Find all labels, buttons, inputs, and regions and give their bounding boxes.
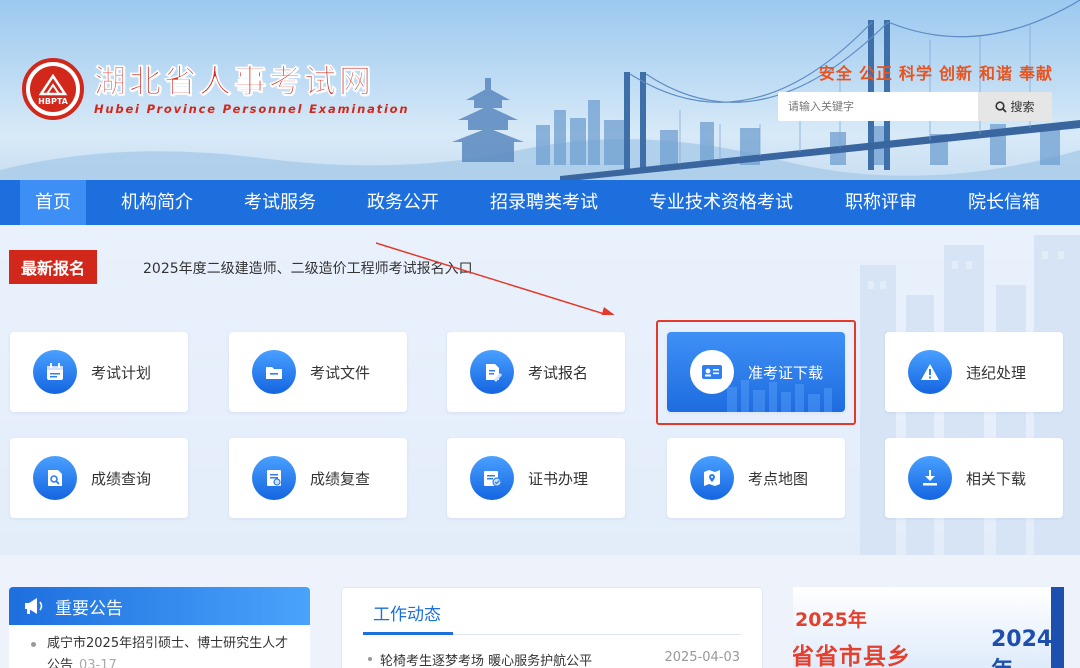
notice-item[interactable]: 咸宁市2025年招引硕士、博士研究生人才公告 03-17 <box>9 625 310 668</box>
site-header: HBPTA 湖北省人事考试网 Hubei Province Personnel … <box>0 0 1080 180</box>
search-document-icon <box>33 456 77 500</box>
service-card-related-downloads[interactable]: 相关下载 <box>885 438 1063 518</box>
service-card-label: 相关下载 <box>966 469 1027 488</box>
nav-item-professional-qualification[interactable]: 专业技术资格考试 <box>649 180 793 225</box>
work-news-panel: 工作动态 轮椅考生逐梦考场 暖心服务护航公平 2025-04-03 <box>341 587 763 668</box>
important-notices-panel: 重要公告 咸宁市2025年招引硕士、博士研究生人才公告 03-17 <box>9 587 310 668</box>
site-subtitle: Hubei Province Personnel Examination <box>94 102 410 116</box>
service-card-label: 证书办理 <box>528 469 589 488</box>
warning-icon <box>908 350 952 394</box>
main-nav: 首页 机构简介 考试服务 政务公开 招录聘类考试 专业技术资格考试 职称评审 院… <box>0 180 1080 225</box>
nav-item-home[interactable]: 首页 <box>20 180 86 225</box>
search-button-label: 搜索 <box>1010 100 1035 114</box>
slogan: 安全 公正 科学 创新 和谐 奉献 <box>813 60 1053 84</box>
notice-item-date: 03-17 <box>79 658 117 668</box>
nav-item-director-mailbox[interactable]: 院长信箱 <box>968 180 1040 225</box>
slogan-word: 奉献 <box>1018 64 1053 83</box>
service-card-label: 成绩复查 <box>310 469 371 488</box>
work-news-title[interactable]: 工作动态 <box>373 600 441 625</box>
edit-document-icon <box>470 350 514 394</box>
nav-item-public-affairs[interactable]: 政务公开 <box>367 180 439 225</box>
service-card-label: 违纪处理 <box>966 363 1027 382</box>
id-card-icon <box>690 350 734 394</box>
service-card-label: 考点地图 <box>748 469 809 488</box>
logo-abbreviation: HBPTA <box>38 97 68 106</box>
work-news-item[interactable]: 轮椅考生逐梦考场 暖心服务护航公平 <box>367 650 592 668</box>
slogan-word: 创新 <box>938 64 973 83</box>
service-card-exam-registration[interactable]: 考试报名 <box>447 332 625 412</box>
tab-underline <box>363 632 453 635</box>
site-logo[interactable]: HBPTA 湖北省人事考试网 Hubei Province Personnel … <box>22 58 409 120</box>
news-section: 重要公告 咸宁市2025年招引硕士、博士研究生人才公告 03-17 工作动态 轮椅… <box>0 555 1080 668</box>
annotation-arrow <box>375 242 615 315</box>
search-icon <box>995 100 1008 113</box>
service-card-admission-ticket-download[interactable]: 准考证下载 <box>667 332 845 412</box>
slogan-word: 安全 <box>818 64 853 83</box>
service-card-certificate-processing[interactable]: 证书办理 <box>447 438 625 518</box>
slogan-word: 和谐 <box>978 64 1013 83</box>
nav-item-about[interactable]: 机构简介 <box>121 180 193 225</box>
slogan-word: 科学 <box>898 64 933 83</box>
nav-item-recruitment-exams[interactable]: 招录聘类考试 <box>490 180 598 225</box>
service-card-label: 成绩查询 <box>91 469 152 488</box>
download-icon <box>908 456 952 500</box>
map-pin-icon <box>690 456 734 500</box>
service-card-exam-plan[interactable]: 考试计划 <box>10 332 188 412</box>
review-document-icon <box>252 456 296 500</box>
service-card-score-review[interactable]: 成绩复查 <box>229 438 407 518</box>
service-card-exam-site-map[interactable]: 考点地图 <box>667 438 845 518</box>
service-card-label: 考试文件 <box>310 363 371 382</box>
notices-title: 重要公告 <box>55 598 123 619</box>
calendar-icon <box>33 350 77 394</box>
service-card-label: 准考证下载 <box>748 363 824 382</box>
promo-banner[interactable]: 2025年 省省市县乡 2024年 <box>793 587 1064 668</box>
banner-subtitle: 省省市县乡 <box>793 644 911 668</box>
nav-item-exam-service[interactable]: 考试服务 <box>244 180 316 225</box>
service-card-exam-documents[interactable]: 考试文件 <box>229 332 407 412</box>
service-card-disciplinary-handling[interactable]: 违纪处理 <box>885 332 1063 412</box>
search-button[interactable]: 搜索 <box>978 92 1052 121</box>
site-title: 湖北省人事考试网 <box>94 62 375 101</box>
folder-icon <box>252 350 296 394</box>
search-input[interactable] <box>778 92 978 121</box>
logo-emblem: HBPTA <box>22 58 84 120</box>
service-card-label: 考试计划 <box>91 363 152 382</box>
work-news-date: 2025-04-03 <box>664 650 740 665</box>
service-card-label: 考试报名 <box>528 363 589 382</box>
banner-year-left: 2025年 <box>795 609 867 631</box>
certificate-icon <box>470 456 514 500</box>
latest-registration-tag: 最新报名 <box>9 250 97 284</box>
megaphone-icon <box>25 598 43 614</box>
nav-item-title-evaluation[interactable]: 职称评审 <box>845 180 917 225</box>
banner-stripe <box>1051 587 1064 668</box>
slogan-word: 公正 <box>858 64 893 83</box>
services-section: 最新报名 2025年度二级建造师、二级造价工程师考试报名入口 考试计划 考试文件… <box>0 225 1080 555</box>
service-card-score-inquiry[interactable]: 成绩查询 <box>10 438 188 518</box>
search-box: 搜索 <box>778 92 1052 121</box>
